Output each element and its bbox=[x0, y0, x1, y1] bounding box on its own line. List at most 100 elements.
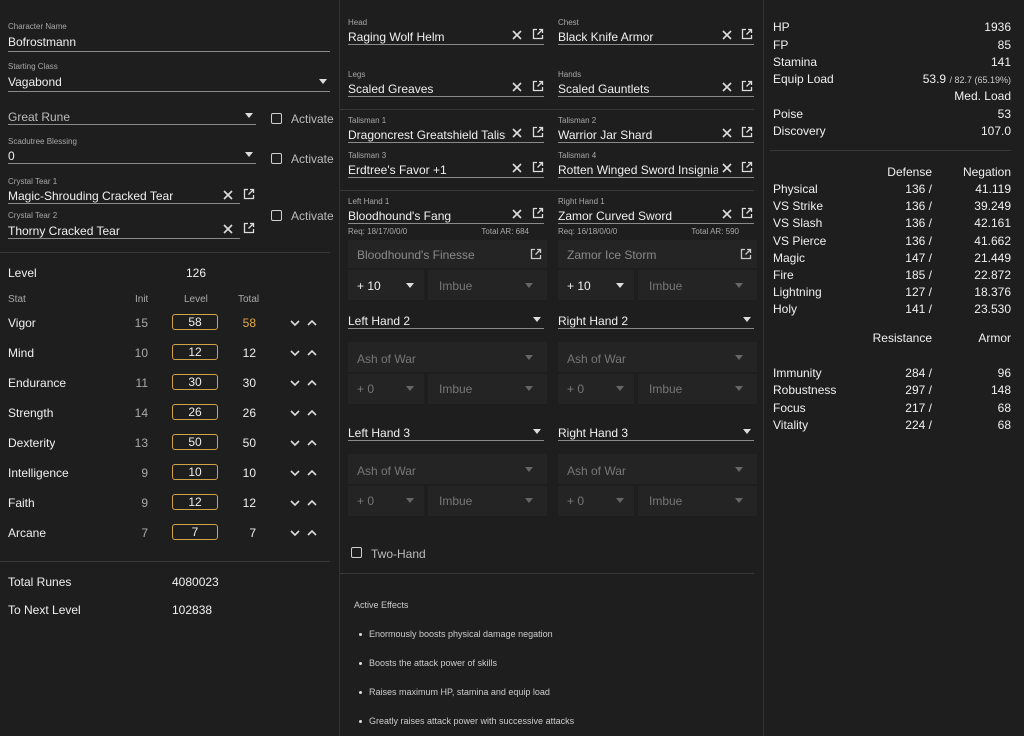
crystal-tear-1-label: Crystal Tear 1 bbox=[8, 177, 58, 186]
chevron-down-icon[interactable] bbox=[616, 386, 624, 391]
chevron-down-icon[interactable] bbox=[289, 437, 301, 449]
scadutree-select[interactable]: 0 bbox=[8, 149, 256, 164]
chevron-down-icon[interactable] bbox=[245, 113, 253, 118]
stat-level-input[interactable]: 50 bbox=[172, 434, 218, 450]
scadutree-label: Scadutree Blessing bbox=[8, 137, 77, 146]
chevron-down-icon[interactable] bbox=[289, 497, 301, 509]
chevron-up-icon[interactable] bbox=[306, 527, 318, 539]
chevron-down-icon[interactable] bbox=[406, 283, 414, 288]
chevron-down-icon[interactable] bbox=[289, 317, 301, 329]
crystal-tear-activate-checkbox[interactable] bbox=[271, 210, 282, 221]
chevron-down-icon[interactable] bbox=[245, 152, 253, 157]
close-icon[interactable] bbox=[222, 189, 234, 201]
chevron-down-icon[interactable] bbox=[289, 347, 301, 359]
chevron-down-icon[interactable] bbox=[533, 429, 541, 434]
stat-name: Dexterity bbox=[8, 436, 56, 450]
chevron-down-icon[interactable] bbox=[616, 498, 624, 503]
chevron-up-icon[interactable] bbox=[306, 347, 318, 359]
open-external-icon[interactable] bbox=[741, 28, 753, 40]
chevron-down-icon[interactable] bbox=[735, 467, 743, 472]
defense-type: Fire bbox=[773, 268, 794, 282]
chevron-down-icon[interactable] bbox=[533, 317, 541, 322]
open-external-icon[interactable] bbox=[243, 222, 255, 234]
chevron-down-icon[interactable] bbox=[743, 429, 751, 434]
chevron-down-icon[interactable] bbox=[289, 467, 301, 479]
crystal-tear-1-input[interactable]: Magic-Shrouding Cracked Tear bbox=[8, 189, 240, 204]
open-external-icon[interactable] bbox=[741, 161, 753, 173]
chevron-down-icon[interactable] bbox=[616, 283, 624, 288]
open-external-icon[interactable] bbox=[741, 126, 753, 138]
open-external-icon[interactable] bbox=[243, 188, 255, 200]
stat-level-input[interactable]: 26 bbox=[172, 404, 218, 420]
stat-level-input[interactable]: 12 bbox=[172, 344, 218, 360]
chevron-down-icon[interactable] bbox=[525, 355, 533, 360]
chevron-down-icon[interactable] bbox=[289, 407, 301, 419]
stat-level-input[interactable]: 10 bbox=[172, 464, 218, 480]
close-icon[interactable] bbox=[222, 223, 234, 235]
starting-class-select[interactable]: Vagabond bbox=[8, 75, 330, 92]
talisman-1-label: Talisman 1 bbox=[348, 116, 387, 125]
open-external-icon[interactable] bbox=[740, 248, 752, 260]
chevron-down-icon[interactable] bbox=[525, 283, 533, 288]
close-icon[interactable] bbox=[721, 81, 733, 93]
open-external-icon[interactable] bbox=[532, 80, 544, 92]
two-hand-checkbox[interactable] bbox=[351, 547, 362, 558]
chevron-up-icon[interactable] bbox=[306, 317, 318, 329]
stat-level-input[interactable]: 7 bbox=[172, 524, 218, 540]
open-external-icon[interactable] bbox=[532, 161, 544, 173]
open-external-icon[interactable] bbox=[532, 28, 544, 40]
open-external-icon[interactable] bbox=[741, 80, 753, 92]
open-external-icon[interactable] bbox=[532, 207, 544, 219]
stat-level-input[interactable]: 30 bbox=[172, 374, 218, 390]
close-icon[interactable] bbox=[511, 162, 523, 174]
close-icon[interactable] bbox=[511, 127, 523, 139]
chevron-down-icon[interactable] bbox=[406, 386, 414, 391]
open-external-icon[interactable] bbox=[532, 126, 544, 138]
negation-value: 21.449 bbox=[974, 250, 1011, 265]
armor-value: 68 bbox=[997, 417, 1011, 432]
close-icon[interactable] bbox=[511, 208, 523, 220]
chevron-down-icon[interactable] bbox=[735, 355, 743, 360]
chevron-down-icon[interactable] bbox=[406, 498, 414, 503]
chevron-up-icon[interactable] bbox=[306, 497, 318, 509]
resistance-type: Robustness bbox=[773, 383, 837, 398]
defense-type: Physical bbox=[773, 182, 818, 196]
close-icon[interactable] bbox=[511, 81, 523, 93]
chevron-down-icon[interactable] bbox=[289, 527, 301, 539]
stat-level-input[interactable]: 12 bbox=[172, 494, 218, 510]
chevron-down-icon[interactable] bbox=[319, 79, 327, 84]
great-rune-activate-checkbox[interactable] bbox=[271, 113, 282, 124]
open-external-icon[interactable] bbox=[530, 248, 542, 260]
stat-level-input[interactable]: 58 bbox=[172, 314, 218, 330]
chevron-up-icon[interactable] bbox=[306, 467, 318, 479]
chevron-down-icon[interactable] bbox=[525, 467, 533, 472]
discovery-label: Discovery bbox=[773, 124, 826, 138]
right-hand-2-select[interactable]: Right Hand 2 bbox=[558, 314, 754, 329]
chevron-up-icon[interactable] bbox=[306, 377, 318, 389]
equip-load-value: 53.9 bbox=[922, 72, 947, 86]
scadutree-activate-checkbox[interactable] bbox=[271, 153, 282, 164]
great-rune-select[interactable]: Great Rune bbox=[8, 110, 256, 125]
defense-type: Lightning bbox=[773, 285, 822, 300]
chevron-down-icon[interactable] bbox=[525, 498, 533, 503]
left-hand-3-select[interactable]: Left Hand 3 bbox=[348, 426, 544, 441]
close-icon[interactable] bbox=[721, 208, 733, 220]
chevron-down-icon[interactable] bbox=[735, 283, 743, 288]
open-external-icon[interactable] bbox=[741, 207, 753, 219]
chevron-down-icon[interactable] bbox=[525, 386, 533, 391]
left-hand-2-select[interactable]: Left Hand 2 bbox=[348, 314, 544, 329]
right-hand-3-select[interactable]: Right Hand 3 bbox=[558, 426, 754, 441]
close-icon[interactable] bbox=[721, 162, 733, 174]
chevron-down-icon[interactable] bbox=[735, 498, 743, 503]
close-icon[interactable] bbox=[721, 29, 733, 41]
crystal-tear-2-input[interactable]: Thorny Cracked Tear bbox=[8, 224, 240, 239]
character-name-input[interactable]: Bofrostmann bbox=[8, 35, 330, 52]
chevron-down-icon[interactable] bbox=[289, 377, 301, 389]
negation-header: Negation bbox=[962, 165, 1011, 179]
close-icon[interactable] bbox=[511, 29, 523, 41]
chevron-up-icon[interactable] bbox=[306, 407, 318, 419]
chevron-down-icon[interactable] bbox=[743, 317, 751, 322]
close-icon[interactable] bbox=[721, 127, 733, 139]
chevron-down-icon[interactable] bbox=[735, 386, 743, 391]
chevron-up-icon[interactable] bbox=[306, 437, 318, 449]
